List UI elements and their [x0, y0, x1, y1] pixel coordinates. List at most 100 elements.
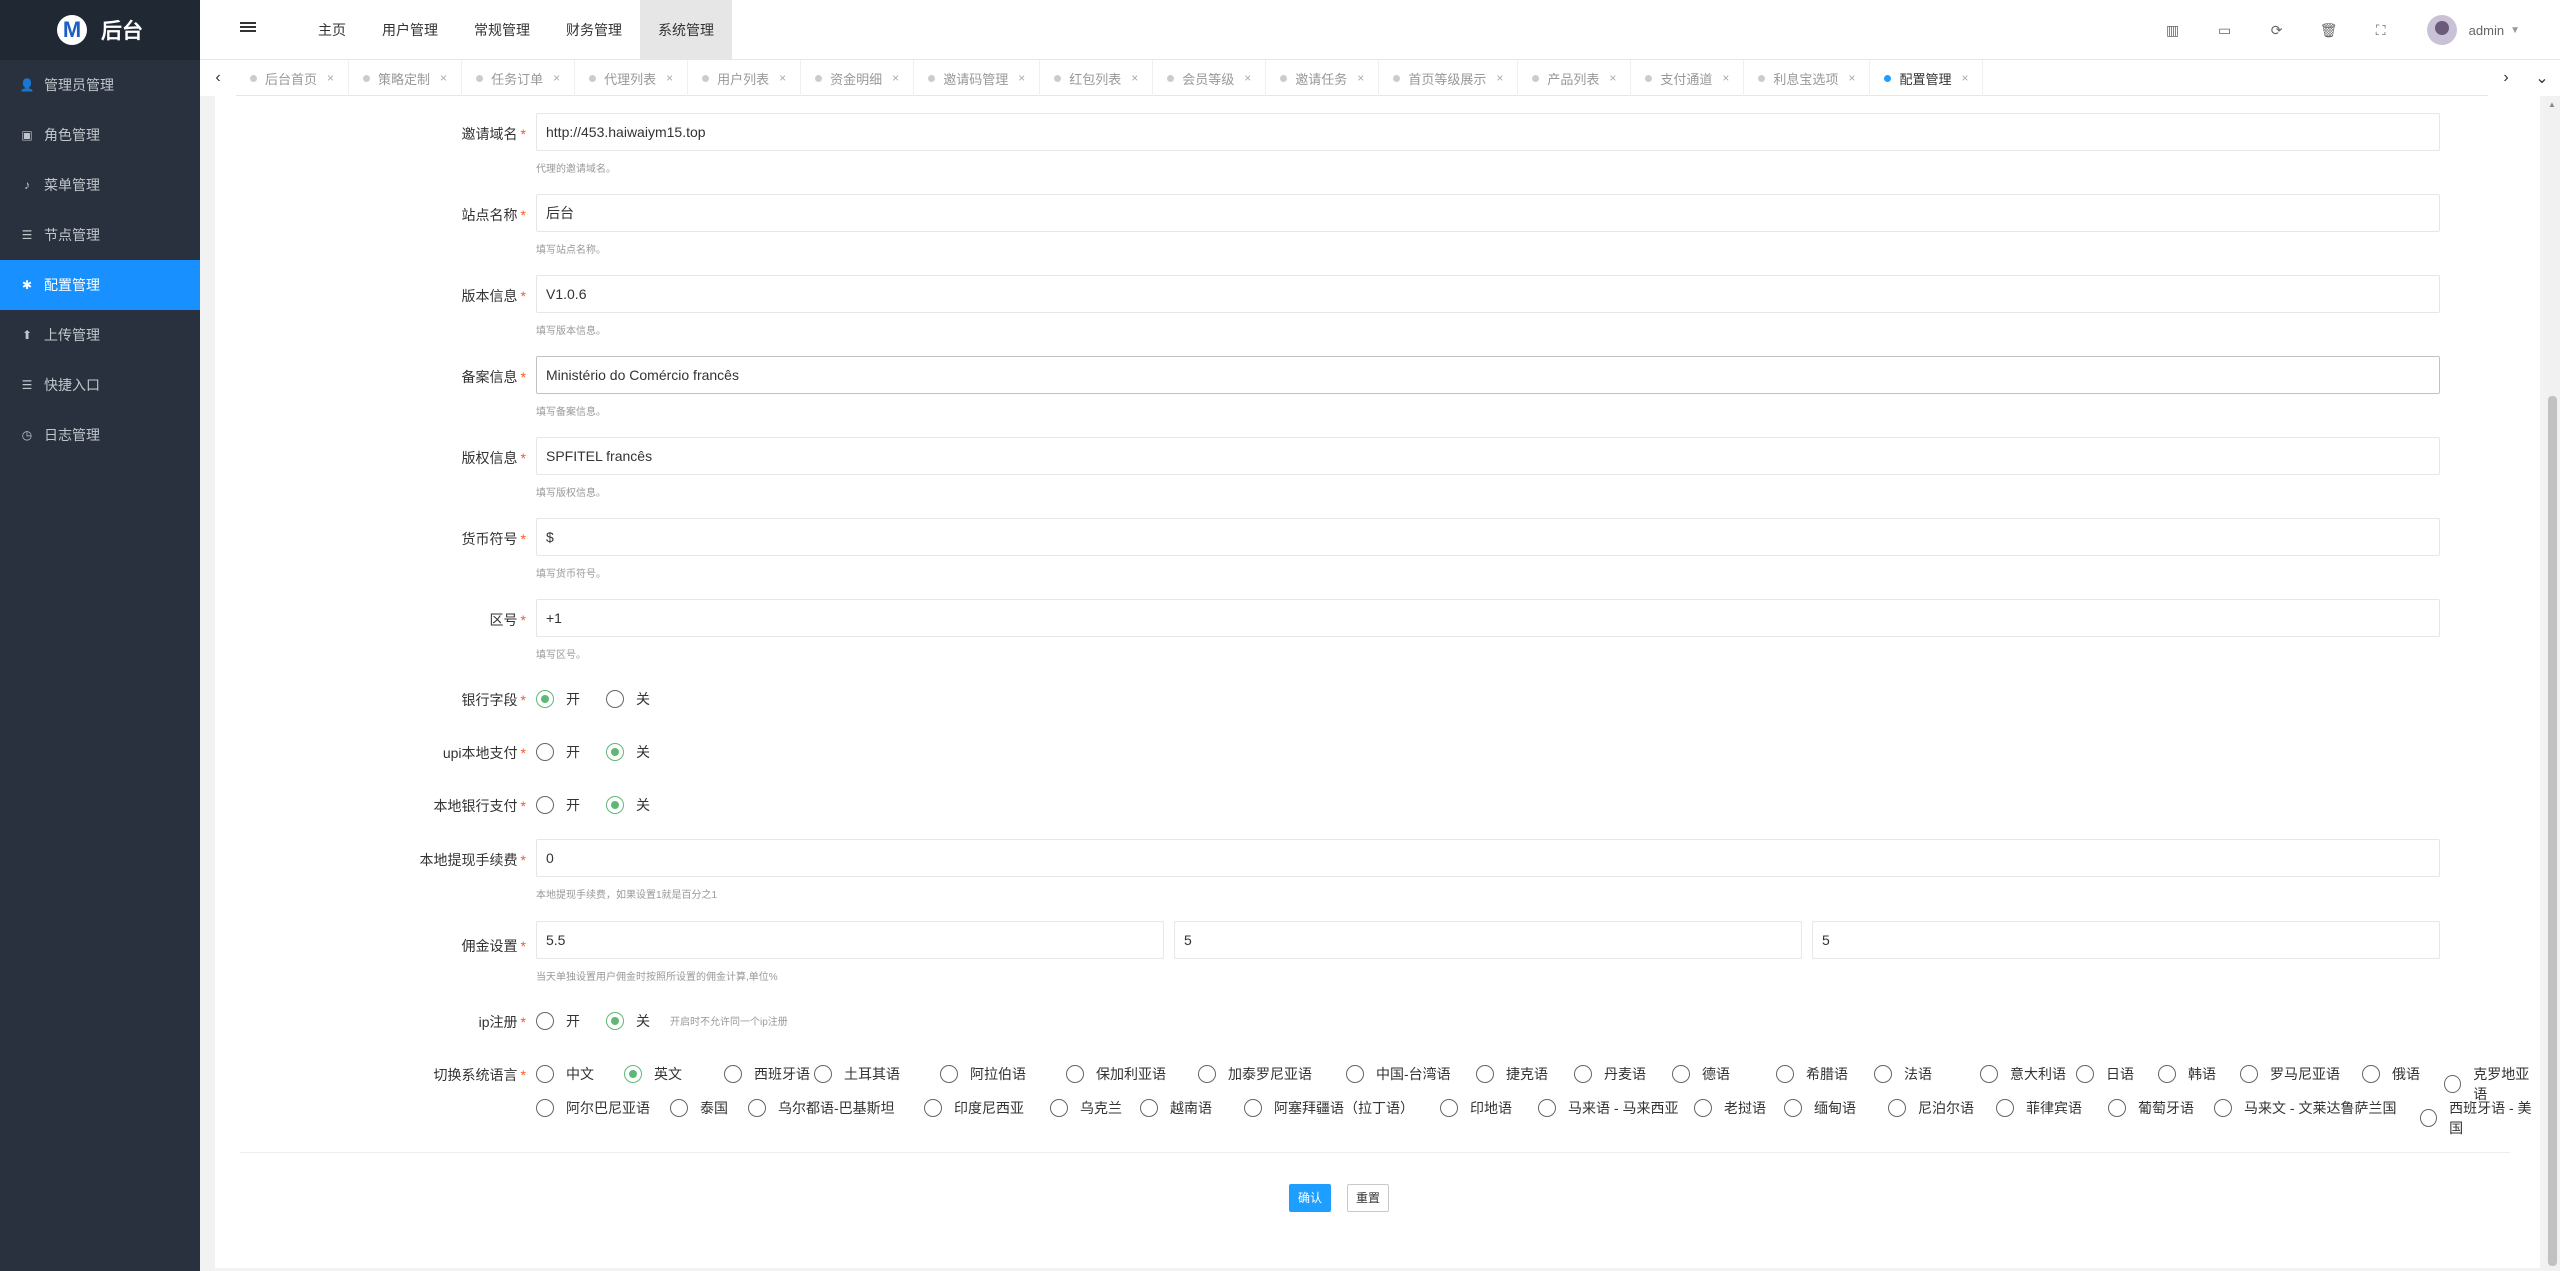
page-tab[interactable]: 资金明细 ×	[801, 60, 915, 96]
language-radio[interactable]: 中文	[536, 1064, 594, 1084]
language-radio[interactable]: 马来文 - 文莱达鲁萨兰国	[2214, 1098, 2396, 1118]
scroll-up-icon[interactable]: ▲	[2548, 100, 2556, 109]
chart-icon[interactable]: ▥	[2147, 0, 2199, 60]
site-name-input[interactable]	[536, 194, 2440, 232]
top-nav-tab[interactable]: 财务管理	[548, 0, 640, 60]
language-radio[interactable]: 尼泊尔语	[1888, 1098, 1974, 1118]
fullscreen-icon[interactable]: ⛶	[2355, 0, 2407, 60]
confirm-button[interactable]: 确认	[1289, 1184, 1332, 1212]
username[interactable]: admin	[2469, 23, 2504, 38]
language-radio[interactable]: 希腊语	[1776, 1064, 1848, 1084]
tabs-dropdown-icon[interactable]: ⌄	[2524, 60, 2560, 96]
ip-register-on-radio[interactable]: 开	[536, 1011, 580, 1031]
sidebar-item-6[interactable]: ☰ 快捷入口	[0, 360, 200, 410]
scrollbar[interactable]: ▲	[2545, 96, 2560, 1271]
copyright-input[interactable]	[536, 437, 2440, 475]
language-radio[interactable]: 意大利语	[1980, 1064, 2066, 1084]
commission-input-0[interactable]	[536, 921, 1164, 959]
language-radio[interactable]: 韩语	[2158, 1064, 2216, 1084]
top-nav-tab[interactable]: 主页	[300, 0, 364, 60]
trash-icon[interactable]: 🗑	[2303, 0, 2355, 60]
page-tab[interactable]: 利息宝选项 ×	[1744, 60, 1871, 96]
caret-down-icon[interactable]: ▼	[2510, 25, 2520, 36]
page-tab[interactable]: 支付通道 ×	[1631, 60, 1745, 96]
commission-input-2[interactable]	[1812, 921, 2440, 959]
close-icon[interactable]: ×	[1722, 71, 1729, 85]
language-radio[interactable]: 俄语	[2362, 1064, 2420, 1084]
bank-field-on-radio[interactable]: 开	[536, 689, 580, 709]
language-radio[interactable]: 加泰罗尼亚语	[1198, 1064, 1312, 1084]
close-icon[interactable]: ×	[1609, 71, 1616, 85]
upi-local-on-radio[interactable]: 开	[536, 742, 580, 762]
top-nav-tab[interactable]: 系统管理	[640, 0, 732, 60]
language-radio[interactable]: 丹麦语	[1574, 1064, 1646, 1084]
language-radio[interactable]: 土耳其语	[814, 1064, 900, 1084]
page-tab[interactable]: 后台首页 ×	[236, 60, 350, 96]
sidebar-item-4[interactable]: ✱ 配置管理	[0, 260, 200, 310]
top-nav-tab[interactable]: 用户管理	[364, 0, 456, 60]
sidebar-item-0[interactable]: 👤 管理员管理	[0, 60, 200, 110]
upi-local-off-radio[interactable]: 关	[606, 742, 650, 762]
bank-field-off-radio[interactable]: 关	[606, 689, 650, 709]
close-icon[interactable]: ×	[327, 71, 334, 85]
close-icon[interactable]: ×	[779, 71, 786, 85]
close-icon[interactable]: ×	[1244, 71, 1251, 85]
page-tab[interactable]: 产品列表 ×	[1518, 60, 1632, 96]
tabs-left-icon[interactable]: ‹	[200, 60, 236, 96]
language-radio[interactable]: 越南语	[1140, 1098, 1212, 1118]
commission-input-1[interactable]	[1174, 921, 1802, 959]
tabs-right-icon[interactable]: ›	[2488, 60, 2524, 96]
sidebar-item-2[interactable]: ♪ 菜单管理	[0, 160, 200, 210]
close-icon[interactable]: ×	[892, 71, 899, 85]
language-radio[interactable]: 罗马尼亚语	[2240, 1064, 2340, 1084]
language-radio[interactable]: 缅甸语	[1784, 1098, 1856, 1118]
language-radio[interactable]: 葡萄牙语	[2108, 1098, 2194, 1118]
page-tab[interactable]: 用户列表 ×	[688, 60, 802, 96]
language-radio[interactable]: 保加利亚语	[1066, 1064, 1166, 1084]
language-radio[interactable]: 中国-台湾语	[1346, 1064, 1451, 1084]
language-radio[interactable]: 阿拉伯语	[940, 1064, 1026, 1084]
page-tab[interactable]: 首页等级展示 ×	[1379, 60, 1519, 96]
language-radio[interactable]: 马来语 - 马来西亚	[1538, 1098, 1678, 1118]
page-tab[interactable]: 红包列表 ×	[1040, 60, 1154, 96]
language-radio[interactable]: 印度尼西亚	[924, 1098, 1024, 1118]
local-bank-on-radio[interactable]: 开	[536, 795, 580, 815]
language-radio[interactable]: 英文	[624, 1064, 682, 1084]
language-radio[interactable]: 日语	[2076, 1064, 2134, 1084]
invite-domain-input[interactable]	[536, 113, 2440, 151]
page-tab[interactable]: 策略定制 ×	[349, 60, 463, 96]
close-icon[interactable]: ×	[553, 71, 560, 85]
sidebar-item-5[interactable]: ⬆ 上传管理	[0, 310, 200, 360]
top-nav-tab[interactable]: 常规管理	[456, 0, 548, 60]
close-icon[interactable]: ×	[1496, 71, 1503, 85]
language-radio[interactable]: 阿塞拜疆语（拉丁语）	[1244, 1098, 1414, 1118]
area-code-input[interactable]	[536, 599, 2440, 637]
ip-register-off-radio[interactable]: 关	[606, 1011, 650, 1031]
reset-button[interactable]: 重置	[1347, 1184, 1390, 1212]
close-icon[interactable]: ×	[1357, 71, 1364, 85]
close-icon[interactable]: ×	[1961, 71, 1968, 85]
currency-input[interactable]	[536, 518, 2440, 556]
version-input[interactable]	[536, 275, 2440, 313]
page-tab[interactable]: 会员等级 ×	[1153, 60, 1267, 96]
withdraw-fee-input[interactable]	[536, 839, 2440, 877]
language-radio[interactable]: 捷克语	[1476, 1064, 1548, 1084]
language-radio[interactable]: 乌尔都语-巴基斯坦	[748, 1098, 895, 1118]
language-radio[interactable]: 西班牙语 - 美国	[2420, 1098, 2540, 1138]
menu-fold-icon[interactable]	[240, 20, 256, 36]
language-radio[interactable]: 阿尔巴尼亚语	[536, 1098, 650, 1118]
page-tab[interactable]: 邀请任务 ×	[1266, 60, 1380, 96]
language-radio[interactable]: 老挝语	[1694, 1098, 1766, 1118]
close-icon[interactable]: ×	[666, 71, 673, 85]
close-icon[interactable]: ×	[1131, 71, 1138, 85]
page-tab[interactable]: 邀请码管理 ×	[914, 60, 1041, 96]
local-bank-off-radio[interactable]: 关	[606, 795, 650, 815]
page-tab[interactable]: 配置管理 ×	[1870, 60, 1984, 96]
language-radio[interactable]: 乌克兰	[1050, 1098, 1122, 1118]
language-radio[interactable]: 法语	[1874, 1064, 1932, 1084]
card-icon[interactable]: ▭	[2199, 0, 2251, 60]
avatar[interactable]	[2426, 15, 2457, 45]
close-icon[interactable]: ×	[440, 71, 447, 85]
language-radio[interactable]: 西班牙语	[724, 1064, 810, 1084]
close-icon[interactable]: ×	[1018, 71, 1025, 85]
